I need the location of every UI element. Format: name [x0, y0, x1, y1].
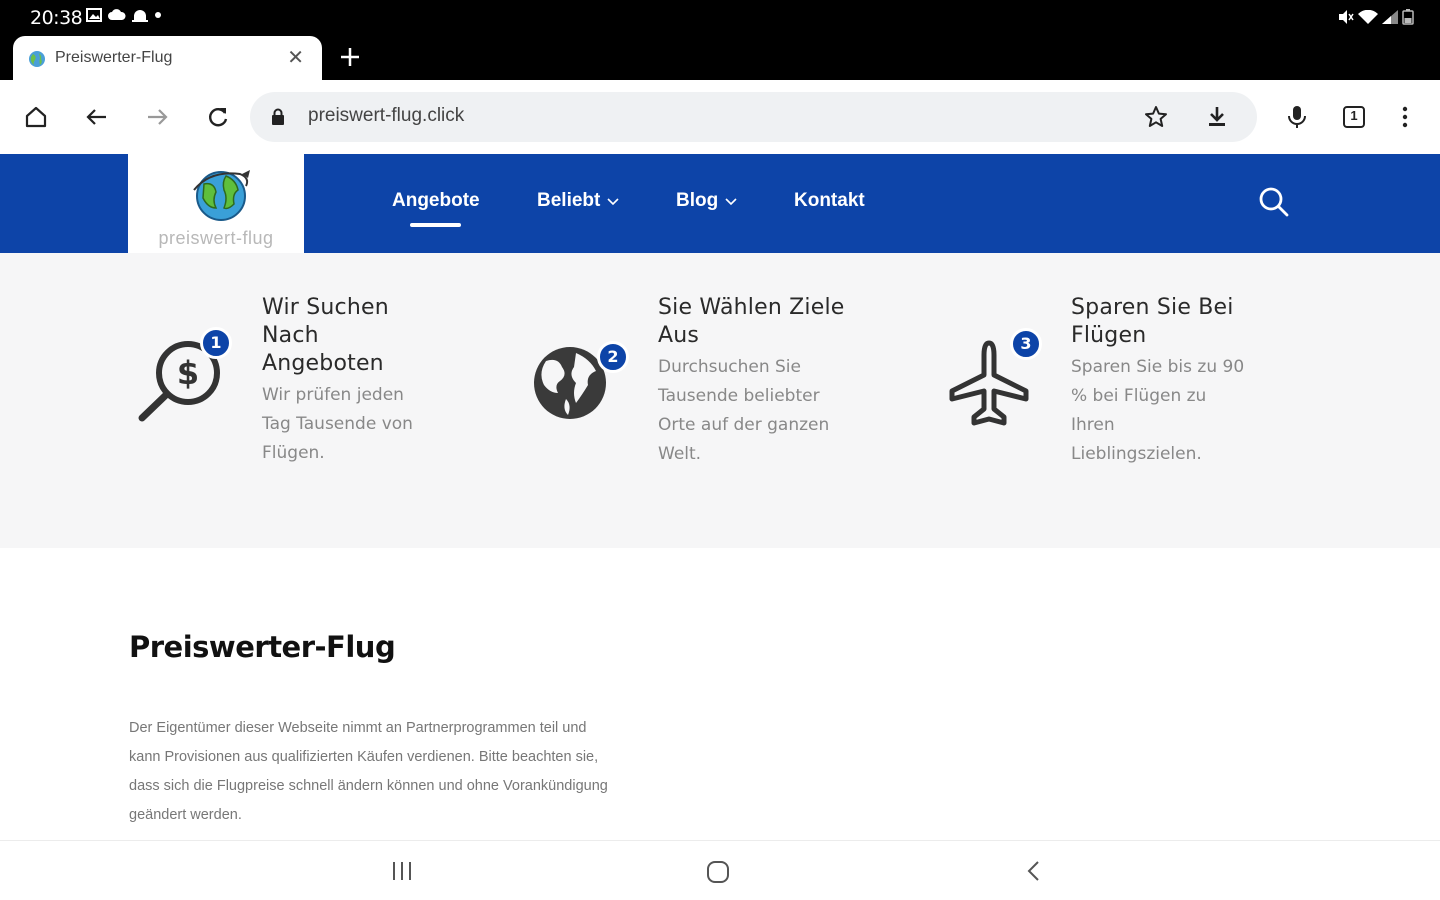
dot-icon — [155, 12, 161, 18]
address-bar[interactable]: preiswert-flug.click — [250, 92, 1257, 142]
tab-title: Preiswerter-Flug — [55, 49, 173, 66]
features-section: $ 1 Wir Suchen Nach Angeboten Wir prüfen… — [0, 253, 1440, 548]
download-icon[interactable] — [1204, 104, 1230, 130]
feature-title: Sparen Sie Bei Flügen — [1071, 295, 1234, 348]
back-button-icon[interactable] — [1024, 860, 1044, 882]
chevron-down-icon — [607, 198, 619, 206]
forward-icon[interactable] — [144, 104, 170, 130]
bookmark-star-icon[interactable] — [1143, 104, 1169, 130]
logo-text: preiswert-flug — [158, 228, 274, 248]
feature-title: Sie Wählen Ziele Aus — [658, 295, 845, 348]
nav-label: Angebote — [392, 190, 480, 211]
battery-icon — [1402, 9, 1414, 25]
nav-label: Beliebt — [537, 190, 601, 211]
globe-favicon-icon — [29, 51, 45, 67]
cloud-icon — [108, 9, 126, 20]
android-navigation-bar — [0, 840, 1440, 900]
content-clip: Der Eigentümer dieser Webseite nimmt an … — [0, 700, 1440, 840]
reload-icon[interactable] — [205, 104, 231, 130]
browser-toolbar: preiswert-flug.click 1 — [0, 80, 1440, 154]
nav-blog[interactable]: Blog — [676, 190, 738, 212]
content-paragraph: Der Eigentümer dieser Webseite nimmt an … — [129, 720, 608, 823]
site-header: preiswert-flug Angebote Beliebt Blog Kon… — [0, 154, 1440, 253]
image-icon — [86, 8, 102, 22]
feature-number-badge: 2 — [597, 341, 629, 373]
url-text[interactable]: preiswert-flug.click — [308, 105, 464, 127]
home-icon[interactable] — [23, 104, 49, 130]
globe-logo-icon — [193, 170, 250, 221]
nav-angebote[interactable]: Angebote — [392, 190, 480, 212]
back-icon[interactable] — [84, 104, 110, 130]
tab-count: 1 — [1350, 108, 1358, 123]
search-icon[interactable] — [1258, 186, 1290, 218]
more-menu-icon[interactable] — [1392, 104, 1418, 130]
android-icon — [132, 9, 148, 22]
recent-apps-icon[interactable] — [390, 860, 414, 882]
nav-beliebt[interactable]: Beliebt — [537, 190, 620, 212]
feature-description: Sparen Sie bis zu 90 % bei Flügen zu Ihr… — [1071, 357, 1245, 464]
feature-title: Wir Suchen Nach Angeboten — [262, 295, 389, 376]
home-button-icon[interactable] — [706, 860, 730, 884]
tab-close-button[interactable]: ✕ — [287, 48, 304, 68]
feature-number-badge: 1 — [200, 327, 232, 359]
feature-number-badge: 3 — [1010, 328, 1042, 360]
mute-icon — [1339, 10, 1354, 24]
microphone-icon[interactable] — [1284, 104, 1310, 130]
browser-tab[interactable]: Preiswerter-Flug ✕ — [13, 36, 322, 80]
status-bar: 20:38 — [0, 0, 1440, 34]
status-time: 20:38 — [30, 7, 83, 29]
nav-label: Blog — [676, 190, 719, 211]
signal-icon — [1382, 10, 1398, 24]
active-nav-indicator — [410, 223, 461, 227]
tab-switcher-button[interactable]: 1 — [1341, 104, 1367, 130]
svg-text:$: $ — [177, 354, 199, 392]
nav-label: Kontakt — [794, 190, 865, 211]
new-tab-icon[interactable] — [337, 44, 363, 70]
feature-description: Wir prüfen jeden Tag Tausende von Flügen… — [262, 385, 413, 463]
lock-icon[interactable] — [270, 108, 286, 126]
wifi-icon — [1358, 9, 1378, 24]
tab-strip: Preiswerter-Flug ✕ — [0, 34, 1440, 80]
site-logo[interactable]: preiswert-flug — [128, 154, 304, 253]
chevron-down-icon — [725, 198, 737, 206]
nav-kontakt[interactable]: Kontakt — [794, 190, 865, 212]
feature-description: Durchsuchen Sie Tausende beliebter Orte … — [658, 357, 830, 464]
content-title: Preiswerter-Flug — [129, 630, 396, 664]
